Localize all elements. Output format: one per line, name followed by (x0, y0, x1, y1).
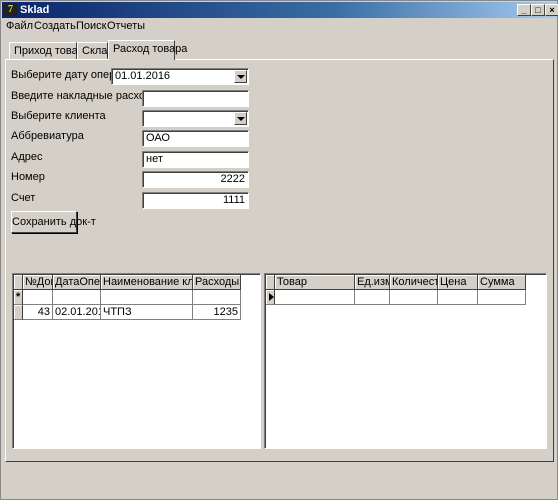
tab-strip: Приход товара Склад Расход товара (1, 40, 558, 60)
column-header[interactable]: Сумма (478, 275, 526, 290)
app-icon: 7 (4, 3, 17, 16)
menu-create[interactable]: Создать (34, 20, 76, 33)
table-cell[interactable] (101, 290, 193, 305)
account-field[interactable]: 1111 (142, 192, 249, 209)
account-label: Счет (11, 192, 36, 204)
address-label: Адрес (11, 151, 43, 163)
date-value: 01.01.2016 (115, 70, 171, 82)
app-window: 7 Sklad _ □ × Файл Создать Поиск Отчеты … (0, 0, 558, 500)
current-row-indicator[interactable] (266, 290, 275, 305)
table-cell[interactable] (53, 290, 101, 305)
menu-bar: Файл Создать Поиск Отчеты (2, 18, 557, 35)
maximize-icon[interactable]: □ (531, 4, 545, 16)
save-document-button[interactable]: Сохранить док-т (11, 211, 96, 233)
table-cell[interactable] (390, 290, 438, 305)
table-cell[interactable] (23, 290, 53, 305)
grid-corner (266, 275, 275, 290)
client-label: Выберите клиента (11, 110, 106, 122)
column-header[interactable]: №Док. (23, 275, 53, 290)
new-row-indicator: * (14, 290, 23, 305)
table-cell[interactable] (193, 290, 241, 305)
row-indicator[interactable] (14, 305, 23, 320)
date-select[interactable]: 01.01.2016 (111, 68, 249, 85)
number-field[interactable]: 2222 (142, 171, 249, 188)
column-header[interactable]: Товар (275, 275, 355, 290)
column-header[interactable]: Расходы (193, 275, 241, 290)
table-cell[interactable]: 1235 (193, 305, 241, 320)
menu-reports[interactable]: Отчеты (107, 20, 145, 33)
grid-corner (14, 275, 23, 290)
column-header[interactable]: Цена (438, 275, 478, 290)
table-cell[interactable] (478, 290, 526, 305)
column-header[interactable]: Ед.изм. (355, 275, 390, 290)
items-grid[interactable]: Товар Ед.изм. Количество Цена Сумма (264, 273, 547, 449)
menu-file[interactable]: Файл (6, 20, 33, 33)
chevron-down-icon[interactable] (234, 70, 247, 83)
table-cell[interactable]: 02.01.2016 (53, 305, 101, 320)
costs-label: Введите накладные расходы (11, 90, 160, 102)
tab-receipt[interactable]: Приход товара (9, 42, 90, 60)
table-cell[interactable] (275, 290, 355, 305)
client-select[interactable] (142, 110, 249, 127)
tab-expense[interactable]: Расход товара (108, 40, 187, 60)
table-cell[interactable] (438, 290, 478, 305)
column-header[interactable]: ДатаОпер. (53, 275, 101, 290)
minimize-icon[interactable]: _ (517, 4, 531, 16)
table-cell[interactable]: 43 (23, 305, 53, 320)
abbr-label: Аббревиатура (11, 130, 84, 142)
column-header[interactable]: Количество (390, 275, 438, 290)
chevron-down-icon[interactable] (234, 112, 247, 125)
column-header[interactable]: Наименование клиента (101, 275, 193, 290)
tab-warehouse[interactable]: Склад (77, 42, 114, 60)
close-icon[interactable]: × (545, 4, 558, 16)
row-pointer-icon (269, 293, 274, 301)
table-cell[interactable]: ЧТПЗ (101, 305, 193, 320)
address-field[interactable]: нет (142, 151, 249, 168)
title-bar[interactable]: 7 Sklad _ □ × (2, 2, 558, 18)
number-label: Номер (11, 171, 45, 183)
abbr-field[interactable]: ОАО (142, 130, 249, 147)
table-cell[interactable] (355, 290, 390, 305)
documents-grid[interactable]: №Док. ДатаОпер. Наименование клиента Рас… (12, 273, 261, 449)
window-title: Sklad (20, 4, 50, 16)
menu-search[interactable]: Поиск (76, 20, 106, 33)
costs-input[interactable] (142, 90, 249, 107)
tab-panel-expense: Выберите дату операции 01.01.2016 Введит… (5, 59, 554, 462)
